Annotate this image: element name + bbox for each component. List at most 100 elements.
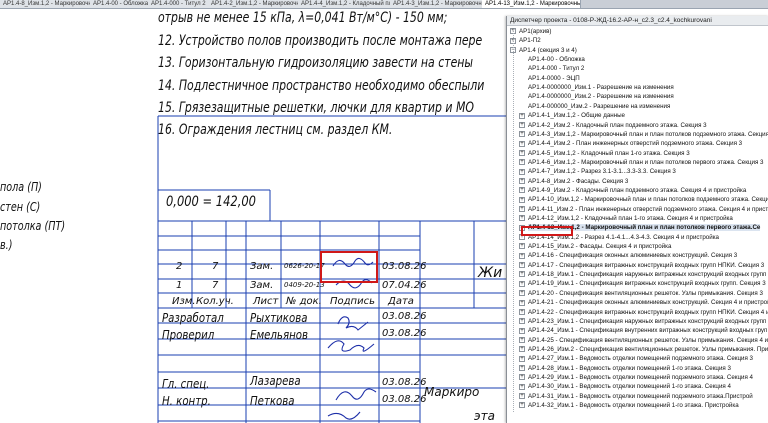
- expand-icon[interactable]: +: [519, 290, 525, 297]
- tree-item[interactable]: + АР1.4-30_Изм.1 - Ведомость отделки поме…: [519, 382, 731, 391]
- revision-doc: 0626-20-17: [284, 262, 325, 270]
- tree-item[interactable]: + АР1.4-24_Изм.1 - Спецификация внутренни…: [519, 326, 767, 335]
- expand-icon[interactable]: +: [519, 336, 525, 343]
- signer-role: Разработал: [162, 311, 224, 325]
- tree-item[interactable]: АР1.4-000000_Изм.2 - Разрешение на измен…: [519, 102, 670, 111]
- tree-item[interactable]: + АР1.4-20 - Спецификация вентиляционных …: [519, 289, 763, 298]
- tree-item-label: АР1-П2: [519, 37, 541, 45]
- signer-date: 03.08.26: [382, 311, 427, 322]
- column-header: Лист: [253, 296, 279, 307]
- expand-icon[interactable]: +: [519, 140, 525, 147]
- tree-item-label: АР1.4-31_Изм.1 - Ведомость отделки помещ…: [528, 392, 753, 400]
- sheet-title-fragment: эта: [474, 409, 495, 423]
- tree-item[interactable]: + АР1.4-11_Изм.2 - План инженерных отверс…: [519, 205, 768, 214]
- expand-icon[interactable]: +: [519, 346, 525, 353]
- tree-item[interactable]: + АР1.4-5_Изм.1,2 - Кладочный план 1-го э…: [519, 149, 690, 158]
- document-tab[interactable]: АР1.4-4_Изм.1,2 - Кладочный план...: [298, 0, 394, 8]
- tree-item[interactable]: + АР1.4-4_Изм.2 - План инженерных отверст…: [519, 139, 742, 148]
- tree-item[interactable]: + АР1.4-27_Изм.1 - Ведомость отделки поме…: [519, 354, 753, 363]
- expand-icon[interactable]: +: [519, 243, 525, 250]
- tree-item[interactable]: + АР1.4-25 - Спецификация вентиляционных …: [519, 336, 768, 345]
- tree-item[interactable]: + АР1.4-31_Изм.1 - Ведомость отделки поме…: [519, 392, 753, 401]
- tree-item-label: АР1.4-9_Изм.2 - Кладочный план подземног…: [528, 186, 747, 194]
- expand-icon[interactable]: +: [519, 280, 525, 287]
- tree-item[interactable]: + АР1.4-29_Изм.1 - Ведомость отделки поме…: [519, 373, 753, 382]
- tree-item[interactable]: + АР1.4-9_Изм.2 - Кладочный план подземно…: [519, 186, 746, 195]
- expand-icon[interactable]: +: [519, 374, 525, 381]
- expand-icon[interactable]: +: [519, 393, 525, 399]
- expand-icon[interactable]: +: [519, 364, 525, 371]
- tree-item-label: АР1.4-0000 - ЭЦП: [528, 74, 580, 82]
- expand-icon[interactable]: +: [519, 308, 525, 315]
- tree-item[interactable]: + АР1.4-21 - Спецификация оконных алюмини…: [519, 298, 768, 307]
- expand-icon[interactable]: +: [519, 206, 525, 212]
- tree-item[interactable]: + АР1.4-6_Изм.1,2 - Маркировочный план и …: [519, 158, 763, 167]
- expand-icon[interactable]: +: [519, 168, 525, 175]
- tree-item-label: АР1.4-7_Изм.1,2 - Разрез 3.1-3.1...3.3-3…: [528, 168, 676, 176]
- tree-item[interactable]: АР1.4-0000 - ЭЦП: [519, 74, 580, 83]
- tree-item[interactable]: + АР1.4-19_Изм.1 - Спецификация витражных…: [519, 279, 766, 288]
- tree-item[interactable]: + АР1.4-17 - Спецификация витражных конст…: [519, 261, 764, 270]
- expand-icon[interactable]: +: [519, 383, 525, 390]
- tree-item-label: АР1.4-18_Изм.1 - Спецификация наружных в…: [528, 271, 767, 279]
- document-tab[interactable]: АР1.4-3_Изм.1,2 - Маркировочный...: [390, 0, 486, 8]
- expand-icon[interactable]: +: [519, 215, 525, 222]
- tree-item[interactable]: АР1.4-0000000_Изм.1 - Разрешение на изме…: [519, 83, 674, 92]
- expand-icon[interactable]: +: [519, 262, 525, 269]
- tree-item[interactable]: + АР1.4-22 - Спецификация витражных конст…: [519, 308, 768, 317]
- elevation-label: 0,000 = 142,00: [166, 194, 256, 210]
- tree-item[interactable]: АР1.4-0000000_Изм.2 - Разрешение на изме…: [519, 92, 674, 101]
- expand-icon[interactable]: +: [519, 271, 525, 278]
- document-tab[interactable]: АР1.4-8_Изм.1,2 - Маркировочны...: [0, 0, 94, 8]
- tree-connector: [513, 29, 514, 413]
- expand-icon[interactable]: +: [519, 327, 525, 334]
- tree-item[interactable]: + АР1.4-8_Изм.2 - Фасады. Секция 3: [519, 177, 628, 186]
- tree-item[interactable]: + АР1.4-1_Изм.1,2 - Общие данные: [519, 111, 625, 120]
- expand-icon[interactable]: +: [519, 402, 525, 409]
- document-tab[interactable]: АР1.4-2_Изм.1,2 - Маркировочн...: [208, 0, 302, 8]
- expand-icon[interactable]: +: [519, 196, 525, 203]
- expand-icon[interactable]: +: [519, 318, 525, 325]
- tree-item[interactable]: + АР1-П2: [510, 36, 541, 45]
- document-tab[interactable]: АР1.4-000 - Титул 2: [148, 0, 212, 8]
- tree-item[interactable]: + АР1.4-7_Изм.1,2 - Разрез 3.1-3.1...3.3-…: [519, 167, 676, 176]
- expand-icon[interactable]: +: [519, 131, 525, 138]
- tree-item[interactable]: + АР1.4-15_Изм.2 - Фасады. Секция 4 и при…: [519, 242, 671, 251]
- expand-icon[interactable]: +: [519, 159, 525, 166]
- expand-icon[interactable]: +: [519, 187, 525, 194]
- tree-item[interactable]: + АР1.4-12_Изм.1,2 - Кладочный план 1-го …: [519, 214, 733, 223]
- sheet-title-fragment: Маркиро: [424, 385, 480, 399]
- tree-item-label: АР1.4-3_Изм.1,2 - Маркировочный план и п…: [528, 130, 768, 138]
- tree-item[interactable]: АР1.4-00 - Обложка: [519, 55, 585, 64]
- expand-icon[interactable]: +: [519, 112, 525, 119]
- panel-title: Диспетчер проекта - 0108-Р-ЖД-16.2-АР-н_…: [507, 16, 768, 26]
- tree-item[interactable]: + АР1.4-2_Изм.2 - Кладочный план подземно…: [519, 121, 707, 130]
- expand-icon[interactable]: +: [519, 121, 525, 128]
- tree-item-label: АР1.4-22 - Спецификация витражных констр…: [528, 308, 768, 316]
- tree-item[interactable]: + АР1(архив): [510, 27, 551, 36]
- document-tab-active[interactable]: АР1.4-13_Изм.1,2 - Маркировочны...: [482, 0, 581, 8]
- tree-item[interactable]: + АР1.4-26_Изм.2 - Спецификация вентиляци…: [519, 345, 768, 354]
- tree-item[interactable]: + АР1.4-10_Изм.1,2 - Маркировочный план и…: [519, 195, 768, 204]
- tree-item[interactable]: − АР1.4 (секция 3 и 4): [510, 46, 577, 55]
- tree-item-label: АР1.4-26_Изм.2 - Спецификация вентиляцио…: [528, 345, 768, 353]
- tree-item-label: АР1.4-27_Изм.1 - Ведомость отделки помещ…: [528, 355, 753, 363]
- tree-item[interactable]: + АР1.4-3_Изм.1,2 - Маркировочный план и …: [519, 130, 768, 139]
- expand-icon[interactable]: +: [519, 252, 525, 259]
- signer-name: Петкова: [250, 394, 295, 408]
- expand-icon[interactable]: +: [519, 149, 525, 156]
- tree-item-label: АР1.4-30_Изм.1 - Ведомость отделки помещ…: [528, 383, 731, 391]
- document-tab[interactable]: АР1.4-00 - Обложка: [90, 0, 152, 8]
- tree-item[interactable]: АР1.4-000 - Титул 2: [519, 64, 584, 73]
- tree-item-label: АР1.4-6_Изм.1,2 - Маркировочный план и п…: [528, 158, 764, 166]
- tree-item[interactable]: + АР1.4-32_Изм.1 - Ведомость отделки поме…: [519, 401, 739, 410]
- signer-date: 03.08.26: [382, 394, 427, 405]
- tree-item-label: АР1.4-0000000_Изм.1 - Разрешение на изме…: [528, 84, 674, 92]
- tree-item[interactable]: + АР1.4-16 - Спецификация оконных алюмини…: [519, 251, 737, 260]
- tree-item[interactable]: + АР1.4-23_Изм.1 - Спецификация наружных …: [519, 317, 766, 326]
- expand-icon[interactable]: +: [519, 177, 525, 184]
- expand-icon[interactable]: +: [519, 355, 525, 362]
- tree-item[interactable]: + АР1.4-18_Изм.1 - Спецификация наружных …: [519, 270, 766, 279]
- tree-item[interactable]: + АР1.4-28_Изм.1 - Ведомость отделки поме…: [519, 364, 731, 373]
- expand-icon[interactable]: +: [519, 299, 525, 306]
